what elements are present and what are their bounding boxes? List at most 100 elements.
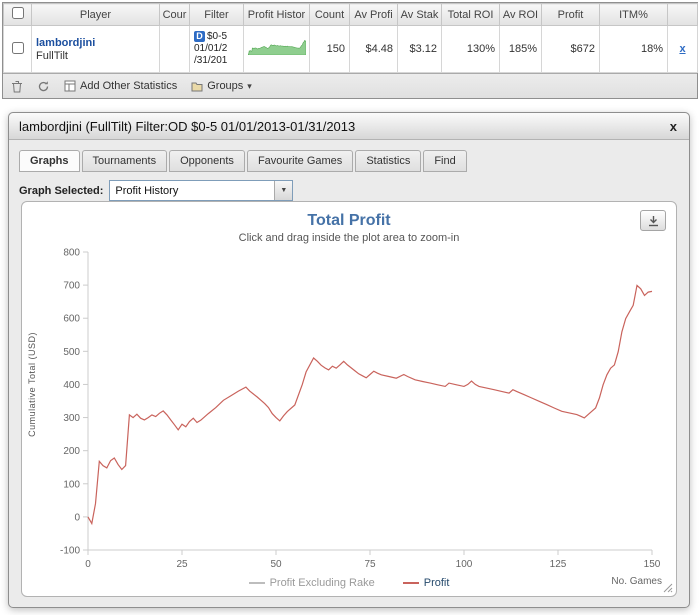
results-table: Player Cour Filter Profit Histor Count A… xyxy=(2,2,698,99)
row-checkbox[interactable] xyxy=(11,41,24,54)
filter-date-from: 01/01/2 xyxy=(194,43,228,55)
remove-cell: x xyxy=(667,25,698,73)
screen: Player Cour Filter Profit Histor Count A… xyxy=(0,0,700,615)
chart-subtitle: Click and drag inside the plot area to z… xyxy=(238,232,460,244)
trash-icon xyxy=(11,80,23,93)
select-arrow-icon[interactable]: ▼ xyxy=(274,181,293,200)
col-count[interactable]: Count xyxy=(309,3,350,26)
itm-cell: 18% xyxy=(599,25,668,73)
svg-text:75: 75 xyxy=(364,559,376,570)
player-name-link[interactable]: lambordjini xyxy=(36,37,155,49)
chart-panel: Total Profit Click and drag inside the p… xyxy=(21,201,677,597)
svg-text:800: 800 xyxy=(63,248,80,259)
legend-item-1[interactable]: Profit xyxy=(402,577,450,589)
tab-find[interactable]: Find xyxy=(423,150,467,172)
player-cell: lambordjini FullTilt xyxy=(31,25,160,73)
legend-swatch-excluding-rake xyxy=(248,582,265,584)
svg-text:700: 700 xyxy=(63,281,80,292)
svg-text:125: 125 xyxy=(550,559,567,570)
svg-text:300: 300 xyxy=(63,413,80,424)
profit-chart-svg[interactable]: -100 0 100 200 300 400 500 600 700 800 0 25 50 75 100 1… xyxy=(28,246,668,576)
graph-select-row: Graph Selected: Profit History ▼ xyxy=(9,172,689,201)
col-country[interactable]: Cour xyxy=(159,3,190,26)
filter-date-to: /31/201 xyxy=(194,55,228,67)
add-other-statistics-button[interactable]: Add Other Statistics xyxy=(64,80,177,92)
col-profit-history[interactable]: Profit Histor xyxy=(243,3,310,26)
player-site-label: FullTilt xyxy=(36,49,68,62)
profit-cell: $672 xyxy=(541,25,600,73)
add-statistics-icon xyxy=(64,80,76,92)
legend-item-0[interactable]: Profit Excluding Rake xyxy=(248,577,375,589)
svg-text:0: 0 xyxy=(85,559,91,570)
delete-button[interactable] xyxy=(11,80,23,93)
tab-opponents[interactable]: Opponents xyxy=(169,150,245,172)
col-player[interactable]: Player xyxy=(31,3,160,26)
table-row: lambordjini FullTilt D $0-5 01/01/2 /31/2… xyxy=(3,25,698,73)
count-cell: 150 xyxy=(309,25,350,73)
filter-stake: $0-5 xyxy=(207,31,228,43)
svg-text:600: 600 xyxy=(63,314,80,325)
col-profit[interactable]: Profit xyxy=(541,3,600,26)
player-results-table: Player Cour Filter Profit Histor Count A… xyxy=(3,3,698,73)
svg-text:200: 200 xyxy=(63,446,80,457)
x-axis-title: No. Games xyxy=(611,576,662,587)
row-select-cell xyxy=(3,25,32,73)
dialog-close-button[interactable]: x xyxy=(668,119,679,134)
table-header-row: Player Cour Filter Profit Histor Count A… xyxy=(3,3,698,26)
country-cell xyxy=(159,25,190,73)
svg-text:100: 100 xyxy=(456,559,473,570)
svg-text:-100: -100 xyxy=(60,546,80,557)
svg-text:500: 500 xyxy=(63,347,80,358)
profit-sparkline-svg xyxy=(247,40,307,56)
legend-label-profit: Profit xyxy=(423,577,450,589)
dialog-title: lambordjini (FullTilt) Filter:OD $0-5 01… xyxy=(19,118,356,134)
tab-graphs[interactable]: Graphs xyxy=(19,150,80,172)
groups-icon xyxy=(191,81,203,92)
col-av-roi[interactable]: Av ROI xyxy=(499,3,542,26)
tab-statistics[interactable]: Statistics xyxy=(355,150,422,172)
graph-selected-label: Graph Selected: xyxy=(19,184,104,197)
chart-title: Total Profit xyxy=(307,212,391,229)
av-roi-cell: 185% xyxy=(499,25,542,73)
player-detail-dialog: lambordjini (FullTilt) Filter:OD $0-5 01… xyxy=(8,112,690,608)
tab-tournaments[interactable]: Tournaments xyxy=(81,150,168,172)
filter-cell: D $0-5 01/01/2 /31/201 xyxy=(189,25,244,73)
svg-text:150: 150 xyxy=(644,559,661,570)
download-icon xyxy=(648,215,658,226)
resize-grip[interactable] xyxy=(662,582,673,593)
av-stake-cell: $3.12 xyxy=(397,25,442,73)
add-other-statistics-label: Add Other Statistics xyxy=(80,80,178,92)
svg-text:100: 100 xyxy=(63,479,80,490)
table-toolbar: Add Other Statistics Groups ▾ xyxy=(3,73,697,98)
groups-label: Groups xyxy=(207,80,244,92)
total-roi-cell: 130% xyxy=(441,25,500,73)
col-filter[interactable]: Filter xyxy=(189,3,244,26)
chart-legend: Profit Excluding Rake Profit xyxy=(22,577,676,589)
svg-text:25: 25 xyxy=(176,559,188,570)
col-total-roi[interactable]: Total ROI xyxy=(441,3,500,26)
graph-type-value: Profit History xyxy=(115,184,179,197)
graph-type-select[interactable]: Profit History ▼ xyxy=(109,180,294,201)
chevron-down-icon: ▾ xyxy=(247,80,252,91)
refresh-icon xyxy=(37,80,50,93)
svg-text:0: 0 xyxy=(74,512,80,523)
col-remove xyxy=(667,3,698,26)
download-chart-button[interactable] xyxy=(640,210,666,231)
select-all-checkbox[interactable] xyxy=(11,7,24,19)
col-av-stake[interactable]: Av Stak xyxy=(397,3,442,26)
date-filter-icon: D xyxy=(194,30,205,42)
remove-row-button[interactable]: x xyxy=(679,43,685,55)
col-itm[interactable]: ITM% xyxy=(599,3,668,26)
refresh-button[interactable] xyxy=(37,80,50,93)
profit-history-cell[interactable] xyxy=(243,25,310,73)
svg-text:50: 50 xyxy=(270,559,282,570)
groups-button[interactable]: Groups ▾ xyxy=(191,80,252,92)
dialog-header[interactable]: lambordjini (FullTilt) Filter:OD $0-5 01… xyxy=(9,113,689,140)
col-select xyxy=(3,3,32,26)
av-profit-cell: $4.48 xyxy=(349,25,398,73)
svg-text:400: 400 xyxy=(63,380,80,391)
col-av-profit[interactable]: Av Profi xyxy=(349,3,398,26)
legend-label-excluding-rake: Profit Excluding Rake xyxy=(269,577,375,589)
tab-bar: Graphs Tournaments Opponents Favourite G… xyxy=(19,150,689,172)
tab-favourite-games[interactable]: Favourite Games xyxy=(246,150,354,172)
